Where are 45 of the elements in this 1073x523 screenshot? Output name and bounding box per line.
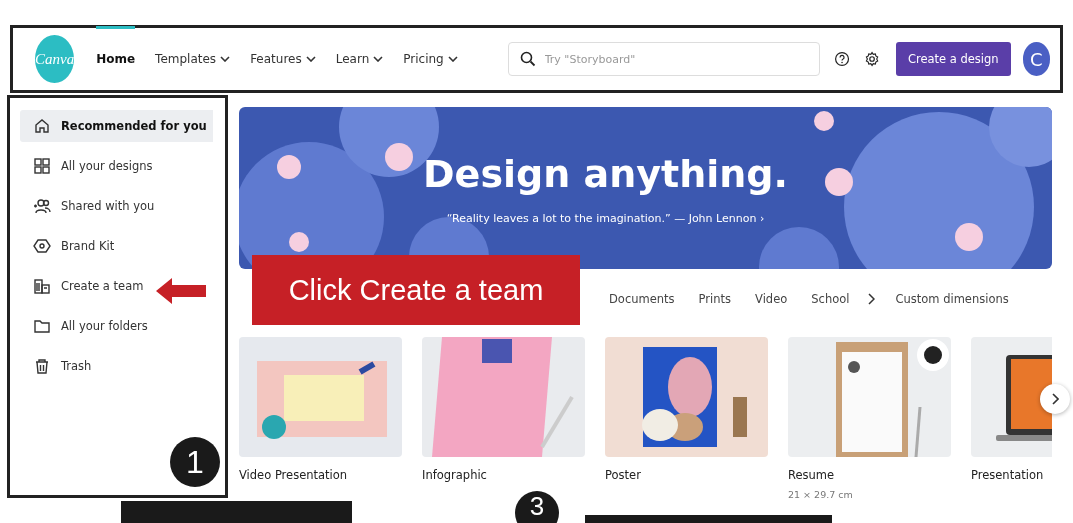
home-icon (33, 117, 51, 135)
search-icon (519, 51, 536, 67)
nav-tab[interactable]: Home (96, 28, 136, 90)
banner-quote[interactable]: “Reality leaves a lot to the imagination.” — John Lennon › (446, 211, 765, 225)
category-tab[interactable]: School (811, 292, 850, 306)
folder-icon (33, 317, 51, 335)
nav-tab[interactable]: Pricing (403, 28, 458, 90)
nav-tab[interactable]: Learn (335, 28, 384, 90)
sidebar-item[interactable]: All your folders (20, 310, 213, 342)
people-icon (33, 197, 51, 215)
chevron-right-icon (1051, 393, 1059, 405)
step-marker: 3 (515, 491, 559, 523)
building-icon (33, 277, 51, 295)
sidebar-item[interactable]: Trash (20, 350, 213, 382)
help-icon[interactable] (833, 49, 850, 69)
design-title[interactable]: Presentation (971, 468, 1052, 482)
sidebar-item[interactable]: Brand Kit (20, 230, 213, 262)
sidebar-item[interactable]: All your designs (20, 150, 213, 182)
category-tab[interactable]: Documents (609, 292, 675, 306)
trash-icon (33, 357, 51, 375)
design-title[interactable]: Video Presentation (239, 468, 402, 482)
sidebar-item[interactable]: Create a team (20, 270, 213, 302)
search-field[interactable]: Try "Storyboard" (507, 42, 820, 76)
nav-tab[interactable]: Features (250, 28, 316, 90)
chevron-right-icon[interactable] (867, 293, 876, 305)
category-tab[interactable]: Video (755, 292, 788, 306)
callout: Click Create a team (252, 255, 580, 325)
design-title[interactable]: Infographic (422, 468, 585, 482)
create-design-button[interactable]: Create a design (895, 42, 1011, 76)
category-tab[interactable]: Custom dimensions (895, 292, 1009, 306)
nav-tab[interactable]: Templates (155, 28, 231, 90)
brand-icon (33, 237, 51, 255)
grid-icon (33, 157, 51, 175)
design-title[interactable]: Poster (605, 468, 768, 482)
avatar[interactable]: C (1022, 42, 1050, 76)
design-size: 21 × 29.7 cm (788, 489, 854, 500)
step-marker: 1 (170, 437, 220, 487)
sidebar-item[interactable]: Recommended for you (20, 110, 213, 142)
banner-title: Design anything. (423, 151, 788, 196)
arrow-icon (156, 278, 206, 304)
settings-icon[interactable] (863, 49, 880, 69)
category-tab[interactable]: Prints (698, 292, 732, 306)
design-title[interactable]: Resume (788, 468, 951, 482)
next-button[interactable] (1040, 384, 1070, 414)
sidebar-item[interactable]: Shared with you (20, 190, 213, 222)
